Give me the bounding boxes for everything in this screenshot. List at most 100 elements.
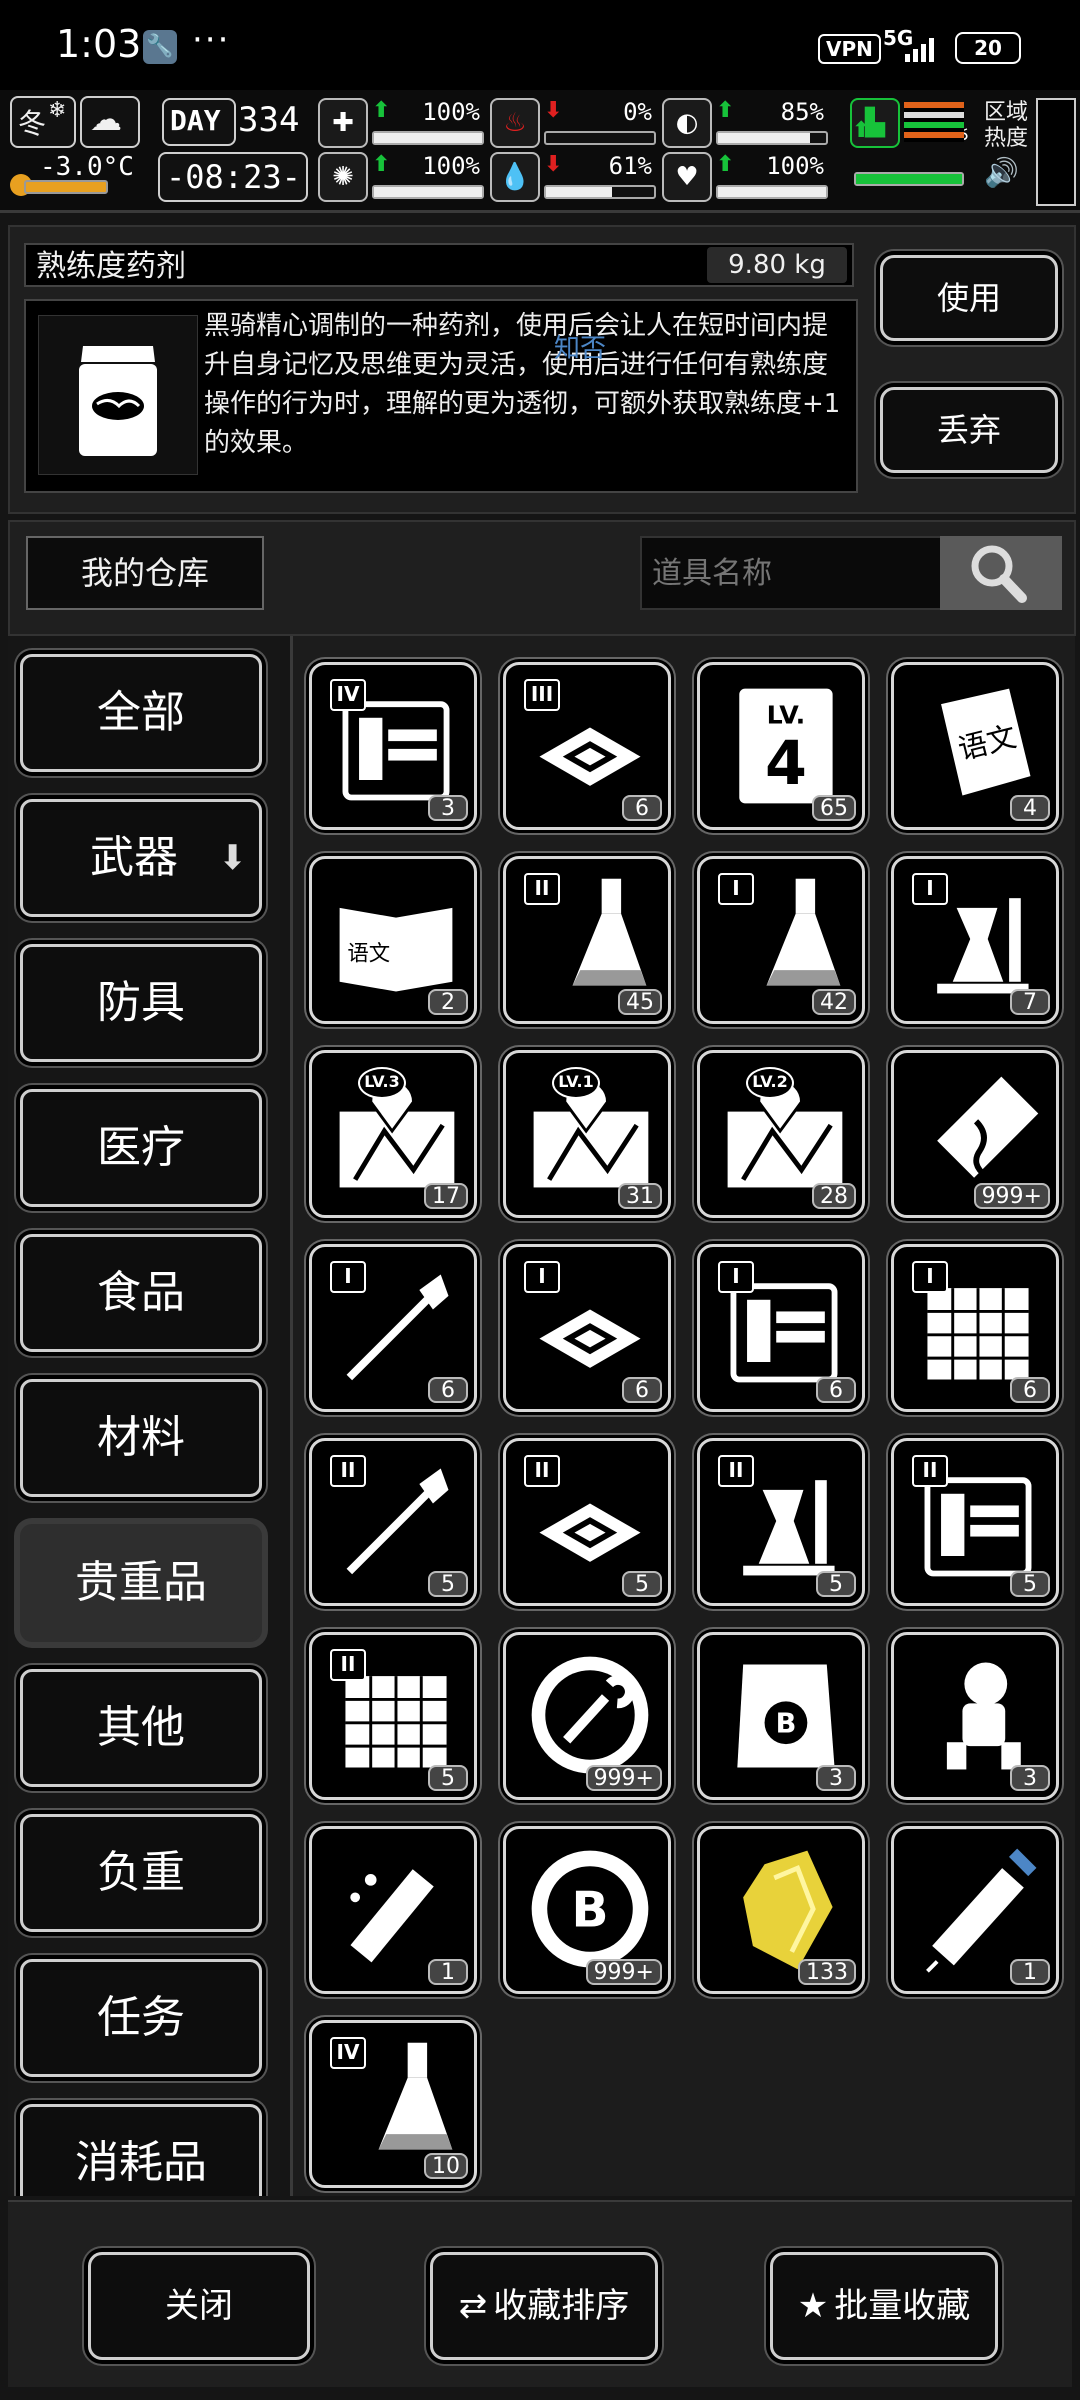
item-count: 4 <box>1010 795 1050 821</box>
use-button[interactable]: 使用 <box>880 255 1058 341</box>
boot-status-stripes <box>904 102 964 142</box>
inventory-slot[interactable]: II 5 <box>309 1438 477 1606</box>
category-tab-6[interactable]: 贵重品 <box>20 1524 262 1642</box>
inventory-slot[interactable]: LV.3 17 <box>309 1050 477 1218</box>
search-input[interactable] <box>640 536 950 610</box>
search-button[interactable] <box>940 536 1062 610</box>
inventory-slot[interactable]: II 5 <box>697 1438 865 1606</box>
category-tab-0[interactable]: 全部 <box>20 654 262 772</box>
tier-badge: IV <box>330 2037 366 2069</box>
stat-brain: ✺ ⬆ 100% <box>318 152 484 202</box>
inventory-slot[interactable]: IV 3 <box>309 662 477 830</box>
inventory-slot[interactable]: LV.1 31 <box>503 1050 671 1218</box>
stat-medkit: ✚ ⬆ 100% <box>318 98 484 148</box>
item-count: 999+ <box>585 1765 662 1791</box>
category-label: 武器 <box>90 832 178 883</box>
inventory-slot[interactable]: III 6 <box>503 662 671 830</box>
item-count: 65 <box>812 795 856 821</box>
svg-text:4: 4 <box>765 729 807 799</box>
inventory-slot[interactable]: I6 <box>891 1244 1059 1412</box>
inventory-slot[interactable]: IV 10 <box>309 2020 477 2188</box>
stomach-icon: ♨ <box>490 98 540 148</box>
category-tab-2[interactable]: 防具 <box>20 944 262 1062</box>
inventory-slot[interactable]: 133 <box>697 1826 865 1994</box>
season-box: 冬 ❄ <box>10 96 76 148</box>
potion-bag-icon <box>38 315 198 475</box>
category-label: 任务 <box>97 1992 185 2043</box>
arrow-down-icon: ⬇ <box>218 838 248 878</box>
inventory-slot[interactable]: II 5 <box>503 1438 671 1606</box>
inventory-slot[interactable]: 1 <box>309 1826 477 1994</box>
category-tab-7[interactable]: 其他 <box>20 1669 262 1787</box>
batch-favorite-button[interactable]: ★ 批量收藏 <box>770 2252 998 2360</box>
season-label: 冬 <box>18 107 47 140</box>
inventory-slot[interactable]: B3 <box>697 1632 865 1800</box>
batch-favorite-label: 批量收藏 <box>834 2286 971 2326</box>
item-count: 999+ <box>585 1959 662 1985</box>
watermark-text: 知否 <box>554 334 607 364</box>
tier-badge: I <box>330 1261 366 1293</box>
swap-arrows-icon: ⇄ <box>458 2286 488 2326</box>
stat-bar <box>854 172 964 186</box>
tier-badge: II <box>912 1455 948 1487</box>
water-drop-icon: 💧 <box>490 152 540 202</box>
close-button[interactable]: 关闭 <box>88 2252 310 2360</box>
more-notifications-icon: ··· <box>192 20 231 60</box>
bottom-action-bar: 关闭 ⇄ 收藏排序 ★ 批量收藏 <box>8 2200 1072 2387</box>
stat-value: 0% <box>623 98 652 126</box>
stat-bar <box>372 131 484 145</box>
weather-cloud-icon: ☁ <box>80 96 140 148</box>
inventory-slot[interactable]: I6 <box>697 1244 865 1412</box>
category-tab-5[interactable]: 材料 <box>20 1379 262 1497</box>
star-icon: ★ <box>797 2286 829 2326</box>
inventory-slot[interactable]: I6 <box>503 1244 671 1412</box>
inventory-slot[interactable]: 语文 4 <box>891 662 1059 830</box>
category-tab-8[interactable]: 负重 <box>20 1814 262 1932</box>
item-count: 1 <box>1010 1959 1050 1985</box>
stat-heart: ♥ ⬆ 100% <box>662 152 828 202</box>
category-tab-4[interactable]: 食品 <box>20 1234 262 1352</box>
game-clock-box: -08:23- <box>158 152 308 202</box>
item-description-box: 黑骑精心调制的一种药剂，使用后会让人在短时间内提升自身记忆及思维更为灵活，使用后… <box>24 299 858 493</box>
tier-badge: LV.3 <box>358 1067 406 1099</box>
category-tab-10[interactable]: 消耗品 <box>20 2104 262 2196</box>
speaker-icon[interactable]: 🔊 <box>984 156 1030 189</box>
status-time: 1:03 <box>56 22 142 66</box>
stat-bar <box>544 131 656 145</box>
day-counter: 334 <box>238 100 300 140</box>
inventory-slot[interactable]: B 999+ <box>503 1826 671 1994</box>
temperature-value: -3.0°C <box>40 152 134 182</box>
item-count: 28 <box>812 1183 856 1209</box>
item-weight: 9.80 kg <box>707 247 847 283</box>
item-count: 6 <box>622 795 662 821</box>
capsule-icon: ◐ <box>662 98 712 148</box>
inventory-slot[interactable]: LV. 4 65 <box>697 662 865 830</box>
category-tab-1[interactable]: 武器 ⬇ <box>20 799 262 917</box>
inventory-slot[interactable]: 3 <box>891 1632 1059 1800</box>
inventory-slot[interactable]: 999+ <box>891 1050 1059 1218</box>
item-grid: IV 3 III 6 LV. 4 65 语文 4 语文 2 II 45 I 42 I 7 LV.3 17 LV.1 31… <box>290 636 1075 2196</box>
inventory-slot[interactable]: 语文 2 <box>309 856 477 1024</box>
category-label: 食品 <box>97 1267 185 1318</box>
day-label: DAY <box>170 104 221 137</box>
inventory-slot[interactable]: I6 <box>309 1244 477 1412</box>
tier-badge: II <box>330 1455 366 1487</box>
inventory-slot[interactable]: 1 <box>891 1826 1059 1994</box>
tier-badge: I <box>912 1261 948 1293</box>
battery-icon: 20 <box>955 32 1021 64</box>
item-count: 3 <box>428 795 468 821</box>
discard-button[interactable]: 丢弃 <box>880 387 1058 473</box>
inventory-slot[interactable]: 999+ <box>503 1632 671 1800</box>
inventory-slot[interactable]: II 45 <box>503 856 671 1024</box>
inventory-slot[interactable]: II 5 <box>891 1438 1059 1606</box>
inventory-slot[interactable]: I7 <box>891 856 1059 1024</box>
category-tab-3[interactable]: 医疗 <box>20 1089 262 1207</box>
category-tab-9[interactable]: 任务 <box>20 1959 262 2077</box>
wrench-icon: 🔧 <box>143 30 177 64</box>
inventory-slot[interactable]: II 5 <box>309 1632 477 1800</box>
inventory-slot[interactable]: I 42 <box>697 856 865 1024</box>
stat-stomach: ♨ ⬇ 0% <box>490 98 656 148</box>
inventory-slot[interactable]: LV.2 28 <box>697 1050 865 1218</box>
item-count: 6 <box>816 1377 856 1403</box>
sort-favorites-button[interactable]: ⇄ 收藏排序 <box>430 2252 658 2360</box>
